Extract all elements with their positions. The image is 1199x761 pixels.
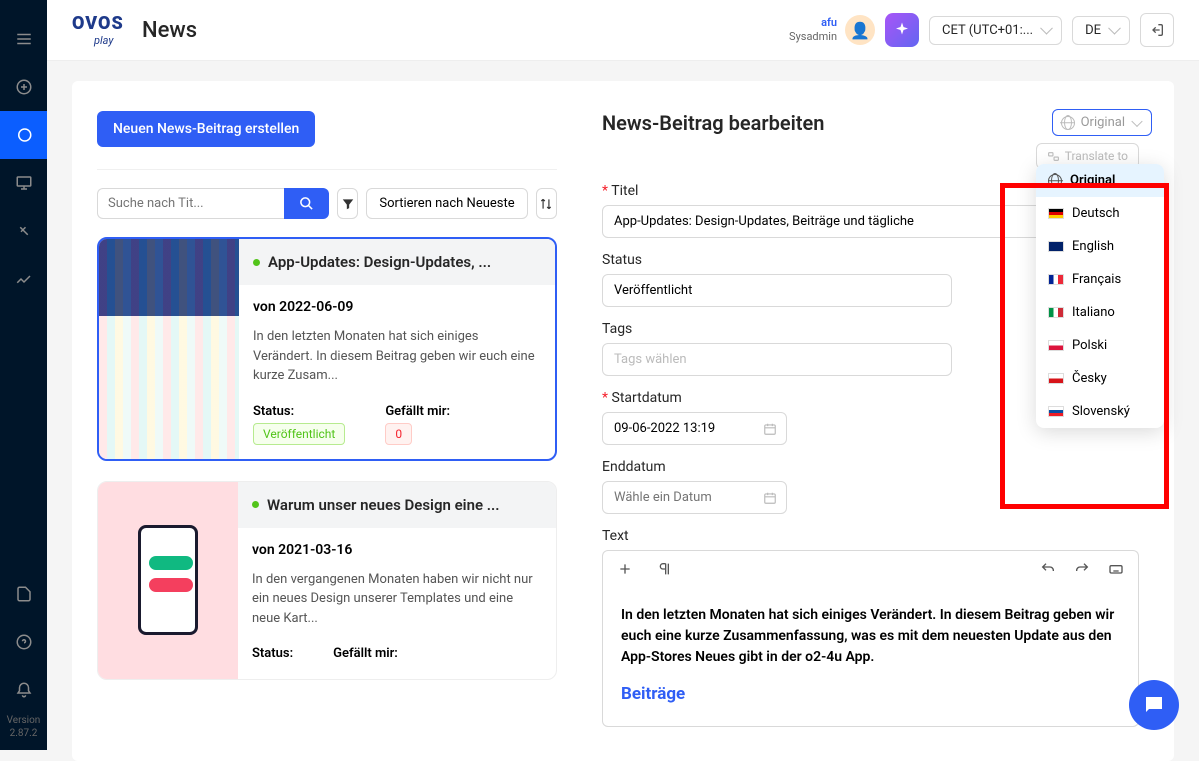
language-option-italiano[interactable]: Italiano [1036, 296, 1164, 329]
editor-toolbar [602, 550, 1139, 587]
editor-body[interactable]: In den letzten Monaten hat sich einiges … [602, 587, 1139, 727]
sidebar-item-chat[interactable] [0, 111, 47, 159]
language-option-label: Italiano [1072, 305, 1115, 320]
sidebar-item-menu[interactable] [0, 15, 47, 63]
page-title: News [142, 18, 197, 43]
news-list-panel: Neuen News-Beitrag erstellen Sortieren n… [72, 81, 577, 761]
avatar: 👤 [845, 15, 875, 45]
create-news-button[interactable]: Neuen News-Beitrag erstellen [97, 111, 315, 147]
flag-icon [1048, 208, 1064, 219]
flag-icon [1048, 340, 1064, 351]
news-card-date: von 2021-03-16 [252, 542, 542, 558]
calendar-icon [763, 422, 777, 436]
language-option-english[interactable]: English [1036, 230, 1164, 263]
sidebar-item-notifications[interactable] [0, 666, 47, 714]
news-card-date: von 2022-06-09 [253, 299, 541, 315]
language-option-original[interactable]: Original [1036, 164, 1164, 197]
calendar-icon [763, 491, 777, 505]
add-icon[interactable] [617, 561, 633, 577]
redo-icon[interactable] [1074, 561, 1090, 577]
timezone-select[interactable]: CET (UTC+01:... [929, 16, 1062, 45]
search-input-group [97, 188, 329, 219]
content: Neuen News-Beitrag erstellen Sortieren n… [72, 81, 1174, 761]
sidebar-item-presentation[interactable] [0, 159, 47, 207]
status-dot-icon [252, 501, 259, 508]
news-card[interactable]: Warum unser neues Design eine ... von 20… [97, 481, 557, 681]
language-dropdown: Original Deutsch English Français Italiano Po… [1036, 164, 1164, 428]
news-card-title: App-Updates: Design-Updates, ... [268, 253, 491, 271]
logout-button[interactable] [1140, 13, 1174, 47]
sidebar: Version 2.87.2 [0, 0, 47, 750]
language-option-label: English [1072, 239, 1114, 254]
logo: OVOS play [72, 10, 132, 50]
sidebar-item-tools[interactable] [0, 207, 47, 255]
language-option-label: Deutsch [1072, 206, 1120, 221]
news-card-excerpt: In den letzten Monaten hat sich einiges … [253, 327, 541, 386]
tags-input[interactable] [602, 343, 952, 376]
likes-label: Gefällt mir: [385, 404, 450, 419]
flag-icon [1048, 274, 1064, 285]
user-role: Sysadmin [789, 30, 837, 44]
sort-select[interactable]: Sortieren nach Neueste [366, 188, 527, 219]
language-option-français[interactable]: Français [1036, 263, 1164, 296]
startdate-input[interactable] [602, 412, 787, 445]
keyboard-icon[interactable] [1108, 561, 1124, 577]
language-option-label: Français [1072, 272, 1121, 287]
globe-icon [1048, 174, 1062, 188]
intercom-button[interactable] [1129, 680, 1179, 730]
news-card[interactable]: App-Updates: Design-Updates, ... von 202… [97, 237, 557, 461]
sort-direction-button[interactable] [536, 188, 557, 219]
search-button[interactable] [284, 188, 329, 219]
language-option-slovenský[interactable]: Slovenský [1036, 395, 1164, 428]
language-option-label: Česky [1072, 371, 1107, 386]
flag-icon [1048, 241, 1064, 252]
ai-assistant-button[interactable] [885, 13, 919, 47]
language-option-label: Slovenský [1072, 404, 1130, 419]
undo-icon[interactable] [1040, 561, 1056, 577]
likes-label: Gefällt mir: [333, 646, 398, 661]
status-dot-icon [253, 259, 260, 266]
text-label: Text [602, 528, 1139, 544]
flag-icon [1048, 373, 1064, 384]
language-option-česky[interactable]: Česky [1036, 362, 1164, 395]
flag-icon [1048, 406, 1064, 417]
filter-button[interactable] [337, 188, 358, 219]
news-card-excerpt: In den vergangenen Monaten haben wir nic… [252, 570, 542, 629]
globe-icon [1061, 116, 1075, 130]
flag-icon [1048, 307, 1064, 318]
language-option-label: Polski [1072, 338, 1107, 353]
language-option-polski[interactable]: Polski [1036, 329, 1164, 362]
header: OVOS play News afu Sysadmin 👤 CET (UTC+0… [47, 0, 1199, 61]
language-option-label: Original [1070, 173, 1115, 188]
status-label: Status: [253, 404, 345, 419]
version-info: Version 2.87.2 [7, 714, 41, 750]
locale-select[interactable]: DE [1072, 16, 1130, 45]
enddate-label: Enddatum [602, 459, 1139, 475]
status-label: Status: [252, 646, 293, 661]
search-input[interactable] [97, 188, 284, 219]
status-badge: Veröffentlicht [253, 423, 345, 445]
edit-panel-title: News-Beitrag bearbeiten [602, 111, 824, 135]
paragraph-icon[interactable] [657, 561, 673, 577]
sidebar-item-help[interactable] [0, 618, 47, 666]
sidebar-item-document[interactable] [0, 570, 47, 618]
status-input[interactable] [602, 274, 952, 307]
language-select[interactable]: Original [1052, 109, 1152, 136]
sidebar-item-analytics[interactable] [0, 255, 47, 303]
user-name: afu [789, 16, 837, 30]
edit-panel: News-Beitrag bearbeiten Original Origina… [577, 81, 1174, 761]
likes-badge: 0 [385, 423, 412, 445]
user-block[interactable]: afu Sysadmin 👤 [789, 15, 875, 45]
news-card-thumbnail [98, 482, 238, 680]
language-option-deutsch[interactable]: Deutsch [1036, 197, 1164, 230]
news-card-thumbnail [99, 239, 239, 459]
sidebar-item-add[interactable] [0, 63, 47, 111]
editor-paragraph: In den letzten Monaten hat sich einiges … [621, 605, 1120, 668]
news-card-title: Warum unser neues Design eine ... [267, 496, 500, 514]
editor-heading: Beiträge [621, 682, 1120, 708]
enddate-input[interactable] [602, 481, 787, 514]
